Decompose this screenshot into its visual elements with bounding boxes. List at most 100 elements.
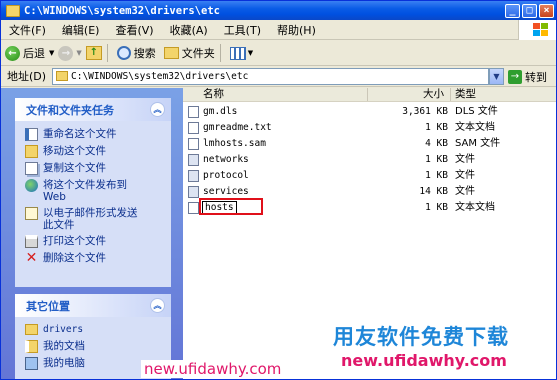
chevron-down-icon[interactable]: ▼	[49, 49, 54, 57]
search-button[interactable]: 搜索	[116, 45, 156, 61]
menu-file[interactable]: 文件(F)	[1, 22, 54, 38]
views-button[interactable]: ▼	[229, 46, 254, 60]
up-folder-button[interactable]: ↑	[85, 46, 102, 60]
maximize-button[interactable]: □	[522, 3, 537, 18]
window-title: C:\WINDOWS\system32\drivers\etc	[24, 4, 220, 17]
menu-favorites[interactable]: 收藏(A)	[162, 22, 216, 38]
file-type: 文本文档	[455, 202, 495, 213]
file-name: networks	[203, 154, 249, 165]
place-my-documents[interactable]: 我的文档	[15, 338, 171, 355]
task-label: 以电子邮件形式发送 此文件	[43, 207, 138, 231]
folders-button[interactable]: 文件夹	[163, 45, 215, 61]
collapse-icon[interactable]: ︽	[150, 102, 165, 117]
folder-icon	[25, 324, 38, 335]
text-file-icon	[188, 202, 199, 214]
task-email[interactable]: 以电子邮件形式发送 此文件	[15, 205, 171, 233]
chevron-down-icon: ▼	[247, 49, 254, 57]
file-size: 1 KB	[425, 154, 448, 165]
go-label: 转到	[525, 70, 547, 84]
my-documents-icon	[25, 340, 38, 353]
file-name: services	[203, 186, 249, 197]
task-publish-web[interactable]: 将这个文件发布到 Web	[15, 177, 171, 205]
file-size: 3,361 KB	[402, 106, 448, 117]
chevron-down-icon[interactable]: ▼	[76, 49, 81, 57]
folders-label: 文件夹	[181, 47, 215, 60]
file-row[interactable]: gmreadme.txt 1 KB 文本文档	[183, 120, 556, 135]
menu-edit[interactable]: 编辑(E)	[54, 22, 108, 38]
close-button[interactable]: ×	[539, 3, 554, 18]
place-label: 我的文档	[43, 340, 85, 352]
file-size: 1 KB	[425, 202, 448, 213]
other-places-header[interactable]: 其它位置 ︽	[15, 294, 171, 317]
address-input[interactable]: C:\WINDOWS\system32\drivers\etc	[52, 68, 489, 85]
menu-view[interactable]: 查看(V)	[107, 22, 161, 38]
file-name: gm.dls	[203, 106, 238, 117]
task-move[interactable]: 移动这个文件	[15, 143, 171, 160]
toolbar-separator	[106, 44, 108, 62]
task-pane: 文件和文件夹任务 ︽ 重命名这个文件 移动这个文件 复制这个文件 将这个文件发布…	[1, 88, 183, 379]
file-name: lmhosts.sam	[203, 138, 266, 149]
text-file-icon	[188, 122, 199, 134]
task-rename[interactable]: 重命名这个文件	[15, 126, 171, 143]
task-print[interactable]: 打印这个文件	[15, 233, 171, 250]
file-type: 文件	[455, 170, 475, 181]
rename-icon	[25, 128, 38, 141]
file-type: 文本文档	[455, 122, 495, 133]
file-type: 文件	[455, 186, 475, 197]
back-arrow-icon: ←	[5, 45, 20, 61]
file-icon	[188, 170, 199, 182]
address-bar: 地址(D) C:\WINDOWS\system32\drivers\etc ▼ …	[1, 66, 556, 87]
toolbar: ← 后退 ▼ → ▼ ↑ 搜索 文件夹 ▼	[1, 41, 556, 66]
folder-icon	[56, 71, 68, 81]
address-dropdown-button[interactable]: ▼	[489, 68, 504, 85]
print-icon	[25, 235, 38, 248]
folder-icon	[6, 4, 20, 17]
go-button[interactable]: → 转到	[508, 68, 554, 85]
file-icon	[188, 186, 199, 198]
column-header: 名称 大小 类型	[183, 88, 556, 102]
column-size[interactable]: 大小	[368, 88, 451, 101]
file-size: 14 KB	[419, 186, 448, 197]
globe-icon	[25, 179, 38, 192]
menu-tools[interactable]: 工具(T)	[216, 22, 269, 38]
go-arrow-icon: →	[508, 69, 522, 84]
task-delete[interactable]: ✕ 删除这个文件	[15, 250, 171, 267]
task-label: 删除这个文件	[43, 252, 106, 264]
forward-arrow-icon: →	[58, 45, 74, 61]
copy-icon	[25, 162, 38, 175]
up-folder-icon: ↑	[85, 46, 102, 60]
windows-logo-icon	[518, 20, 556, 40]
file-tasks-panel: 文件和文件夹任务 ︽ 重命名这个文件 移动这个文件 复制这个文件 将这个文件发布…	[15, 98, 171, 287]
task-copy[interactable]: 复制这个文件	[15, 160, 171, 177]
place-label: 我的电脑	[43, 357, 85, 369]
views-icon	[229, 46, 246, 60]
address-value: C:\WINDOWS\system32\drivers\etc	[71, 71, 249, 82]
title-bar[interactable]: C:\WINDOWS\system32\drivers\etc _ □ ×	[1, 1, 556, 20]
task-label: 移动这个文件	[43, 145, 106, 157]
place-label: drivers	[43, 324, 84, 335]
column-name[interactable]: 名称	[183, 88, 368, 101]
watermark-url: new.ufidawhy.com	[141, 360, 285, 378]
menu-bar: 文件(F) 编辑(E) 查看(V) 收藏(A) 工具(T) 帮助(H)	[1, 20, 556, 40]
file-name: protocol	[203, 170, 249, 181]
place-drivers[interactable]: drivers	[15, 322, 171, 338]
file-row[interactable]: lmhosts.sam 4 KB SAM 文件	[183, 136, 556, 151]
file-row[interactable]: gm.dls 3,361 KB DLS 文件	[183, 104, 556, 119]
menu-help[interactable]: 帮助(H)	[269, 22, 324, 38]
file-tasks-header[interactable]: 文件和文件夹任务 ︽	[15, 98, 171, 121]
minimize-button[interactable]: _	[505, 3, 520, 18]
column-type[interactable]: 类型	[451, 88, 556, 101]
file-size: 1 KB	[425, 170, 448, 181]
collapse-icon[interactable]: ︽	[150, 298, 165, 313]
forward-button[interactable]: → ▼	[58, 45, 82, 61]
search-label: 搜索	[133, 47, 156, 60]
file-row[interactable]: services 14 KB 文件	[183, 184, 556, 199]
task-label: 复制这个文件	[43, 162, 106, 174]
move-icon	[25, 145, 38, 158]
other-places-title: 其它位置	[26, 299, 70, 313]
back-button[interactable]: ← 后退 ▼	[5, 45, 54, 61]
file-row[interactable]: protocol 1 KB 文件	[183, 168, 556, 183]
file-row[interactable]: networks 1 KB 文件	[183, 152, 556, 167]
file-size: 4 KB	[425, 138, 448, 149]
address-label: 地址(D)	[7, 70, 47, 83]
